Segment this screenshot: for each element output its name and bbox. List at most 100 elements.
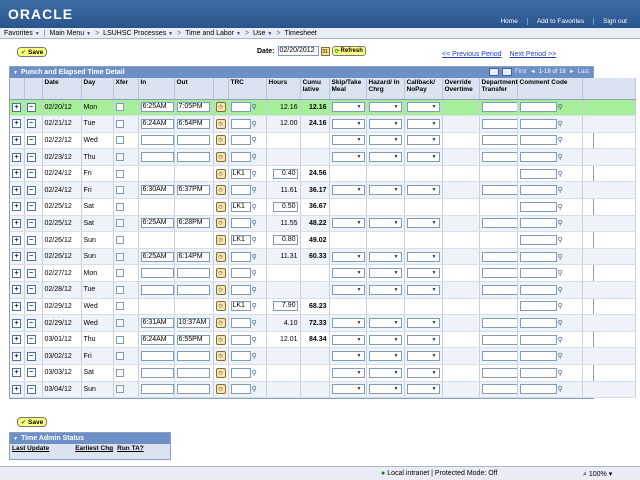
- delete-row-button[interactable]: −: [26, 335, 36, 345]
- xfer-checkbox[interactable]: [115, 302, 124, 311]
- search-icon[interactable]: ⚲: [558, 319, 563, 327]
- comment-code-input[interactable]: [519, 118, 557, 129]
- xfer-checkbox[interactable]: [115, 368, 124, 377]
- delete-row-button[interactable]: −: [26, 218, 36, 228]
- department-transfer-input[interactable]: [481, 218, 516, 229]
- xfer-checkbox[interactable]: [115, 186, 124, 195]
- search-icon[interactable]: ⚲: [252, 286, 257, 294]
- search-icon[interactable]: ⚲: [252, 203, 257, 211]
- previous-period-link[interactable]: << Previous Period: [442, 51, 502, 58]
- add-row-button[interactable]: +: [12, 102, 21, 112]
- out-time-input[interactable]: [176, 152, 210, 163]
- department-transfer-input[interactable]: [481, 334, 516, 345]
- clock-icon[interactable]: ◷: [215, 268, 226, 279]
- menu-timesheet[interactable]: Timesheet: [280, 30, 320, 37]
- callback-nopay-select[interactable]: [406, 384, 440, 395]
- search-icon[interactable]: ⚲: [558, 336, 563, 344]
- menu-main-menu[interactable]: Main Menu ▼: [46, 30, 96, 37]
- search-icon[interactable]: ⚲: [558, 236, 563, 244]
- callback-nopay-select[interactable]: [406, 351, 440, 362]
- xfer-checkbox[interactable]: [115, 103, 124, 112]
- skip-take-meal-select[interactable]: [331, 102, 365, 113]
- search-icon[interactable]: ⚲: [252, 170, 257, 178]
- menu-time-and-labor[interactable]: Time and Labor ▼: [181, 30, 245, 37]
- in-time-input[interactable]: [140, 367, 173, 378]
- trc-input[interactable]: [230, 318, 251, 329]
- delete-row-button[interactable]: −: [26, 202, 36, 212]
- delete-row-button[interactable]: −: [26, 185, 36, 195]
- department-transfer-input[interactable]: [481, 351, 516, 362]
- comment-code-input[interactable]: [519, 268, 557, 279]
- delete-row-button[interactable]: −: [26, 135, 36, 145]
- skip-take-meal-select[interactable]: [331, 334, 365, 345]
- search-icon[interactable]: ⚲: [558, 186, 563, 194]
- hours-input[interactable]: 0.40: [272, 168, 298, 179]
- comment-code-input[interactable]: [519, 334, 557, 345]
- search-icon[interactable]: ⚲: [558, 170, 563, 178]
- add-row-button[interactable]: +: [12, 135, 21, 145]
- hazard-in-chrg-select[interactable]: [368, 218, 402, 229]
- trc-input[interactable]: LK1: [230, 301, 251, 312]
- callback-nopay-select[interactable]: [406, 268, 440, 279]
- delete-row-button[interactable]: −: [26, 152, 36, 162]
- department-transfer-input[interactable]: [481, 284, 516, 295]
- hazard-in-chrg-select[interactable]: [368, 152, 402, 163]
- in-time-input[interactable]: [140, 135, 173, 146]
- out-time-input[interactable]: 6:28PM: [176, 218, 210, 229]
- trc-input[interactable]: [230, 251, 251, 262]
- clock-icon[interactable]: ◷: [215, 218, 226, 229]
- col-run-ta[interactable]: Run TA?: [115, 444, 146, 459]
- hazard-in-chrg-select[interactable]: [368, 268, 402, 279]
- add-row-button[interactable]: +: [12, 218, 21, 228]
- add-row-button[interactable]: +: [12, 368, 21, 378]
- comment-code-input[interactable]: [519, 351, 557, 362]
- add-row-button[interactable]: +: [12, 252, 21, 262]
- hours-input[interactable]: 0.50: [272, 201, 298, 212]
- department-transfer-input[interactable]: [481, 318, 516, 329]
- trc-input[interactable]: [230, 118, 251, 129]
- xfer-checkbox[interactable]: [115, 319, 124, 328]
- col-earliest-chg[interactable]: Earliest Chg: [73, 444, 115, 459]
- in-time-input[interactable]: 6:31AM: [140, 318, 173, 329]
- delete-row-button[interactable]: −: [26, 318, 36, 328]
- add-row-button[interactable]: +: [12, 169, 21, 179]
- trc-input[interactable]: [230, 218, 251, 229]
- callback-nopay-select[interactable]: [406, 118, 440, 129]
- skip-take-meal-select[interactable]: [331, 384, 365, 395]
- clock-icon[interactable]: ◷: [215, 118, 226, 129]
- skip-take-meal-select[interactable]: [331, 351, 365, 362]
- search-icon[interactable]: ⚲: [558, 219, 563, 227]
- delete-row-button[interactable]: −: [26, 285, 36, 295]
- menu-favorites[interactable]: Favorites ▼: [0, 30, 44, 37]
- hazard-in-chrg-select[interactable]: [368, 135, 402, 146]
- department-transfer-input[interactable]: [481, 384, 516, 395]
- collapse-icon[interactable]: ▼: [13, 436, 18, 442]
- callback-nopay-select[interactable]: [406, 218, 440, 229]
- zoom-grid-icon[interactable]: [489, 68, 500, 76]
- zoom-level[interactable]: ⌕ 100% ▾: [583, 470, 612, 479]
- add-row-button[interactable]: +: [12, 384, 21, 394]
- out-time-input[interactable]: [176, 384, 210, 395]
- skip-take-meal-select[interactable]: [331, 185, 365, 196]
- delete-row-button[interactable]: −: [26, 368, 36, 378]
- search-icon[interactable]: ⚲: [558, 120, 563, 128]
- delete-row-button[interactable]: −: [26, 169, 36, 179]
- comment-code-input[interactable]: [519, 201, 557, 212]
- comment-code-input[interactable]: [519, 384, 557, 395]
- trc-input[interactable]: LK1: [230, 201, 251, 212]
- search-icon[interactable]: ⚲: [558, 253, 563, 261]
- callback-nopay-select[interactable]: [406, 152, 440, 163]
- search-icon[interactable]: ⚲: [558, 136, 563, 144]
- trc-input[interactable]: LK1: [230, 168, 251, 179]
- clock-icon[interactable]: ◷: [215, 318, 226, 329]
- skip-take-meal-select[interactable]: [331, 367, 365, 378]
- col-last-update[interactable]: Last Update: [10, 444, 51, 459]
- search-icon[interactable]: ⚲: [252, 269, 257, 277]
- hazard-in-chrg-select[interactable]: [368, 367, 402, 378]
- in-time-input[interactable]: 6:25AM: [140, 218, 173, 229]
- search-icon[interactable]: ⚲: [558, 302, 563, 310]
- hazard-in-chrg-select[interactable]: [368, 318, 402, 329]
- skip-take-meal-select[interactable]: [331, 118, 365, 129]
- search-icon[interactable]: ⚲: [558, 269, 563, 277]
- save-button-bottom[interactable]: ✔ Save: [17, 417, 48, 427]
